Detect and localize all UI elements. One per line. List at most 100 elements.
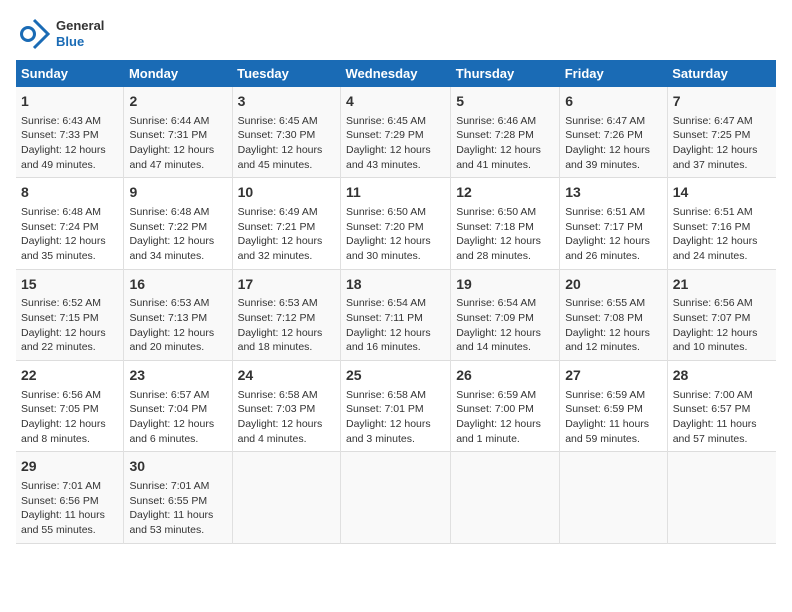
calendar-header-row: SundayMondayTuesdayWednesdayThursdayFrid… — [16, 60, 776, 87]
day-number: 24 — [238, 366, 335, 386]
calendar-cell: 27Sunrise: 6:59 AMSunset: 6:59 PMDayligh… — [560, 361, 668, 452]
calendar-cell: 5Sunrise: 6:46 AMSunset: 7:28 PMDaylight… — [451, 87, 560, 178]
calendar-cell: 20Sunrise: 6:55 AMSunset: 7:08 PMDayligh… — [560, 269, 668, 360]
day-number: 19 — [456, 275, 554, 295]
day-info: Sunrise: 7:00 AMSunset: 6:57 PMDaylight:… — [673, 388, 771, 447]
day-info: Sunrise: 6:44 AMSunset: 7:31 PMDaylight:… — [129, 114, 226, 173]
calendar-cell — [667, 452, 776, 543]
calendar-cell: 11Sunrise: 6:50 AMSunset: 7:20 PMDayligh… — [341, 178, 451, 269]
day-info: Sunrise: 6:54 AMSunset: 7:11 PMDaylight:… — [346, 296, 445, 355]
day-info: Sunrise: 6:54 AMSunset: 7:09 PMDaylight:… — [456, 296, 554, 355]
day-number: 25 — [346, 366, 445, 386]
day-info: Sunrise: 6:45 AMSunset: 7:29 PMDaylight:… — [346, 114, 445, 173]
day-number: 23 — [129, 366, 226, 386]
day-number: 13 — [565, 183, 662, 203]
day-info: Sunrise: 6:58 AMSunset: 7:01 PMDaylight:… — [346, 388, 445, 447]
calendar-week-5: 29Sunrise: 7:01 AMSunset: 6:56 PMDayligh… — [16, 452, 776, 543]
day-number: 5 — [456, 92, 554, 112]
day-number: 21 — [673, 275, 771, 295]
calendar-cell: 2Sunrise: 6:44 AMSunset: 7:31 PMDaylight… — [124, 87, 232, 178]
day-number: 10 — [238, 183, 335, 203]
day-number: 29 — [21, 457, 118, 477]
calendar-cell: 24Sunrise: 6:58 AMSunset: 7:03 PMDayligh… — [232, 361, 340, 452]
logo-text-general: General — [56, 18, 104, 34]
day-info: Sunrise: 6:55 AMSunset: 7:08 PMDaylight:… — [565, 296, 662, 355]
calendar-cell — [232, 452, 340, 543]
day-info: Sunrise: 6:53 AMSunset: 7:13 PMDaylight:… — [129, 296, 226, 355]
day-number: 28 — [673, 366, 771, 386]
calendar-cell: 9Sunrise: 6:48 AMSunset: 7:22 PMDaylight… — [124, 178, 232, 269]
col-header-sunday: Sunday — [16, 60, 124, 87]
calendar-cell: 12Sunrise: 6:50 AMSunset: 7:18 PMDayligh… — [451, 178, 560, 269]
col-header-saturday: Saturday — [667, 60, 776, 87]
col-header-tuesday: Tuesday — [232, 60, 340, 87]
calendar-cell: 17Sunrise: 6:53 AMSunset: 7:12 PMDayligh… — [232, 269, 340, 360]
calendar-cell: 7Sunrise: 6:47 AMSunset: 7:25 PMDaylight… — [667, 87, 776, 178]
day-info: Sunrise: 6:56 AMSunset: 7:05 PMDaylight:… — [21, 388, 118, 447]
calendar-week-1: 1Sunrise: 6:43 AMSunset: 7:33 PMDaylight… — [16, 87, 776, 178]
calendar-cell: 1Sunrise: 6:43 AMSunset: 7:33 PMDaylight… — [16, 87, 124, 178]
calendar-cell: 15Sunrise: 6:52 AMSunset: 7:15 PMDayligh… — [16, 269, 124, 360]
day-info: Sunrise: 6:59 AMSunset: 7:00 PMDaylight:… — [456, 388, 554, 447]
day-number: 18 — [346, 275, 445, 295]
day-number: 11 — [346, 183, 445, 203]
col-header-wednesday: Wednesday — [341, 60, 451, 87]
calendar-cell: 4Sunrise: 6:45 AMSunset: 7:29 PMDaylight… — [341, 87, 451, 178]
calendar-cell: 3Sunrise: 6:45 AMSunset: 7:30 PMDaylight… — [232, 87, 340, 178]
day-info: Sunrise: 6:49 AMSunset: 7:21 PMDaylight:… — [238, 205, 335, 264]
calendar-cell: 25Sunrise: 6:58 AMSunset: 7:01 PMDayligh… — [341, 361, 451, 452]
day-info: Sunrise: 6:51 AMSunset: 7:17 PMDaylight:… — [565, 205, 662, 264]
calendar-cell: 30Sunrise: 7:01 AMSunset: 6:55 PMDayligh… — [124, 452, 232, 543]
calendar-cell — [451, 452, 560, 543]
day-number: 30 — [129, 457, 226, 477]
day-number: 16 — [129, 275, 226, 295]
calendar-cell: 8Sunrise: 6:48 AMSunset: 7:24 PMDaylight… — [16, 178, 124, 269]
calendar-cell: 29Sunrise: 7:01 AMSunset: 6:56 PMDayligh… — [16, 452, 124, 543]
day-info: Sunrise: 6:46 AMSunset: 7:28 PMDaylight:… — [456, 114, 554, 173]
day-info: Sunrise: 6:48 AMSunset: 7:24 PMDaylight:… — [21, 205, 118, 264]
header: General Blue — [16, 16, 776, 52]
day-info: Sunrise: 6:47 AMSunset: 7:25 PMDaylight:… — [673, 114, 771, 173]
calendar-cell: 23Sunrise: 6:57 AMSunset: 7:04 PMDayligh… — [124, 361, 232, 452]
calendar-cell: 13Sunrise: 6:51 AMSunset: 7:17 PMDayligh… — [560, 178, 668, 269]
calendar-week-3: 15Sunrise: 6:52 AMSunset: 7:15 PMDayligh… — [16, 269, 776, 360]
day-info: Sunrise: 6:50 AMSunset: 7:18 PMDaylight:… — [456, 205, 554, 264]
calendar-cell — [560, 452, 668, 543]
calendar-week-2: 8Sunrise: 6:48 AMSunset: 7:24 PMDaylight… — [16, 178, 776, 269]
calendar-cell: 16Sunrise: 6:53 AMSunset: 7:13 PMDayligh… — [124, 269, 232, 360]
calendar-cell: 28Sunrise: 7:00 AMSunset: 6:57 PMDayligh… — [667, 361, 776, 452]
day-number: 8 — [21, 183, 118, 203]
day-number: 4 — [346, 92, 445, 112]
day-info: Sunrise: 6:56 AMSunset: 7:07 PMDaylight:… — [673, 296, 771, 355]
day-number: 26 — [456, 366, 554, 386]
day-info: Sunrise: 6:59 AMSunset: 6:59 PMDaylight:… — [565, 388, 662, 447]
day-number: 15 — [21, 275, 118, 295]
col-header-friday: Friday — [560, 60, 668, 87]
day-number: 27 — [565, 366, 662, 386]
day-number: 7 — [673, 92, 771, 112]
day-number: 22 — [21, 366, 118, 386]
calendar-week-4: 22Sunrise: 6:56 AMSunset: 7:05 PMDayligh… — [16, 361, 776, 452]
day-number: 3 — [238, 92, 335, 112]
calendar-cell: 26Sunrise: 6:59 AMSunset: 7:00 PMDayligh… — [451, 361, 560, 452]
calendar-table: SundayMondayTuesdayWednesdayThursdayFrid… — [16, 60, 776, 544]
calendar-cell: 18Sunrise: 6:54 AMSunset: 7:11 PMDayligh… — [341, 269, 451, 360]
calendar-cell: 22Sunrise: 6:56 AMSunset: 7:05 PMDayligh… — [16, 361, 124, 452]
day-info: Sunrise: 6:57 AMSunset: 7:04 PMDaylight:… — [129, 388, 226, 447]
day-info: Sunrise: 6:58 AMSunset: 7:03 PMDaylight:… — [238, 388, 335, 447]
day-info: Sunrise: 7:01 AMSunset: 6:55 PMDaylight:… — [129, 479, 226, 538]
day-info: Sunrise: 6:53 AMSunset: 7:12 PMDaylight:… — [238, 296, 335, 355]
day-number: 17 — [238, 275, 335, 295]
day-info: Sunrise: 6:51 AMSunset: 7:16 PMDaylight:… — [673, 205, 771, 264]
day-number: 12 — [456, 183, 554, 203]
col-header-thursday: Thursday — [451, 60, 560, 87]
day-number: 6 — [565, 92, 662, 112]
day-info: Sunrise: 6:45 AMSunset: 7:30 PMDaylight:… — [238, 114, 335, 173]
day-info: Sunrise: 6:43 AMSunset: 7:33 PMDaylight:… — [21, 114, 118, 173]
day-number: 2 — [129, 92, 226, 112]
day-info: Sunrise: 7:01 AMSunset: 6:56 PMDaylight:… — [21, 479, 118, 538]
calendar-cell: 19Sunrise: 6:54 AMSunset: 7:09 PMDayligh… — [451, 269, 560, 360]
logo-text-blue: Blue — [56, 34, 104, 50]
day-number: 1 — [21, 92, 118, 112]
calendar-cell — [341, 452, 451, 543]
